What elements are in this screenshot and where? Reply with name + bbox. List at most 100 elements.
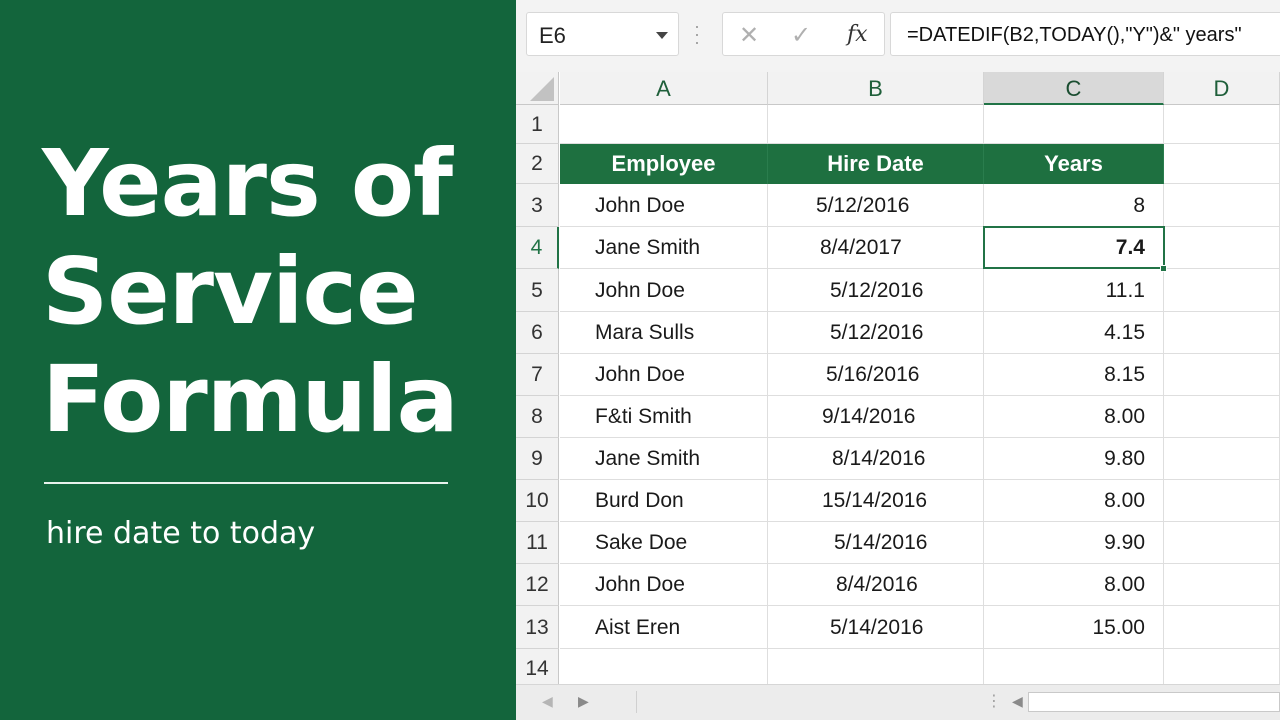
grid-cell[interactable] — [768, 105, 984, 144]
column-header-b[interactable]: B — [768, 72, 984, 105]
employee-name-cell[interactable]: Aist Eren — [560, 606, 768, 649]
select-all-icon — [530, 77, 554, 101]
column-header-a[interactable]: A — [560, 72, 768, 105]
grid-cell[interactable] — [1164, 438, 1280, 480]
hire-date-cell[interactable]: 5/14/2016 — [768, 522, 984, 564]
banner-title: Years of Service Formula — [42, 130, 502, 454]
row-header-6[interactable]: 6 — [516, 312, 559, 354]
grid-cell[interactable] — [1164, 354, 1280, 396]
sheet-grid: A B C D 1 2 3 4 5 6 7 8 9 10 11 12 13 14 Employee Hire Date… — [516, 72, 1280, 684]
row-header-11[interactable]: 11 — [516, 522, 559, 564]
years-cell[interactable]: 8.15 — [984, 354, 1164, 396]
employee-name-cell[interactable]: John Doe — [560, 564, 768, 606]
banner-title-line: Service — [42, 238, 418, 345]
hire-date-cell[interactable]: 8/4/2017 — [768, 227, 984, 269]
hire-date-cell[interactable]: 5/14/2016 — [768, 606, 984, 649]
name-box-value: E6 — [539, 23, 566, 48]
grid-cell[interactable] — [1164, 227, 1280, 269]
grid-cell[interactable] — [560, 649, 768, 684]
row-header-7[interactable]: 7 — [516, 354, 559, 396]
scroll-left-icon[interactable]: ◀ — [542, 693, 553, 710]
years-cell[interactable]: 9.80 — [984, 438, 1164, 480]
grid-cell[interactable] — [1164, 396, 1280, 438]
banner-subtitle: hire date to today — [46, 516, 316, 551]
row-header-9[interactable]: 9 — [516, 438, 559, 480]
table-header-cell[interactable]: Employee — [560, 144, 768, 184]
fill-handle[interactable] — [1160, 265, 1167, 272]
split-handle-icon[interactable]: ⋮ — [986, 691, 1002, 711]
name-box[interactable]: E6 — [526, 12, 679, 56]
row-header-4[interactable]: 4 — [516, 227, 559, 269]
years-cell[interactable]: 8 — [984, 184, 1164, 227]
row-header-3[interactable]: 3 — [516, 184, 559, 227]
row-header-2[interactable]: 2 — [516, 144, 559, 184]
grid-cell[interactable] — [984, 105, 1164, 144]
employee-name-cell[interactable]: Sake Doe — [560, 522, 768, 564]
grid-cell[interactable] — [1164, 649, 1280, 684]
grid-cell[interactable] — [1164, 522, 1280, 564]
grid-cell[interactable] — [1164, 312, 1280, 354]
function-icon[interactable]: fx — [847, 22, 868, 47]
grid-cell[interactable] — [984, 649, 1164, 684]
grid-cell[interactable] — [1164, 105, 1280, 144]
grid-cell[interactable] — [768, 649, 984, 684]
banner-title-line: Formula — [42, 346, 459, 453]
grid-cell[interactable] — [1164, 480, 1280, 522]
hire-date-cell[interactable]: 5/12/2016 — [768, 269, 984, 312]
row-header-12[interactable]: 12 — [516, 564, 559, 606]
hire-date-cell[interactable]: 8/14/2016 — [768, 438, 984, 480]
years-cell[interactable]: 8.00 — [984, 480, 1164, 522]
employee-name-cell[interactable]: John Doe — [560, 269, 768, 312]
years-cell[interactable]: 4.15 — [984, 312, 1164, 354]
years-cell[interactable]: 7.4 — [984, 227, 1164, 269]
row-header-1[interactable]: 1 — [516, 105, 559, 144]
banner-title-line: Years of — [42, 130, 453, 237]
scrollbar-divider — [636, 691, 637, 713]
years-cell[interactable]: 15.00 — [984, 606, 1164, 649]
scroll-left-icon[interactable]: ◀ — [1012, 693, 1023, 710]
chevron-down-icon[interactable] — [656, 32, 668, 39]
employee-name-cell[interactable]: John Doe — [560, 184, 768, 227]
years-cell[interactable]: 8.00 — [984, 396, 1164, 438]
grid-cell[interactable] — [1164, 144, 1280, 184]
employee-name-cell[interactable]: Mara Sulls — [560, 312, 768, 354]
horizontal-scrollbar[interactable]: ◀ ▶ ⋮ ◀ — [516, 684, 1280, 720]
employee-name-cell[interactable]: Jane Smith — [560, 227, 768, 269]
check-icon[interactable]: ✓ — [791, 21, 811, 50]
employee-name-cell[interactable]: John Doe — [560, 354, 768, 396]
column-header-d[interactable]: D — [1164, 72, 1280, 105]
hire-date-cell[interactable]: 5/16/2016 — [768, 354, 984, 396]
hire-date-cell[interactable]: 8/4/2016 — [768, 564, 984, 606]
hire-date-cell[interactable]: 9/14/2016 — [768, 396, 984, 438]
hire-date-cell[interactable]: 5/12/2016 — [768, 312, 984, 354]
employee-name-cell[interactable]: Burd Don — [560, 480, 768, 522]
row-header-8[interactable]: 8 — [516, 396, 559, 438]
row-header-5[interactable]: 5 — [516, 269, 559, 312]
employee-name-cell[interactable]: Jane Smith — [560, 438, 768, 480]
hire-date-cell[interactable]: 15/14/2016 — [768, 480, 984, 522]
column-header-c[interactable]: C — [984, 72, 1164, 105]
years-cell[interactable]: 11.1 — [984, 269, 1164, 312]
banner-divider — [44, 482, 448, 484]
grid-cell[interactable] — [1164, 564, 1280, 606]
grid-cell[interactable] — [1164, 606, 1280, 649]
scrollbar-thumb[interactable] — [1028, 692, 1280, 712]
grid-cell[interactable] — [1164, 184, 1280, 227]
select-all-corner[interactable] — [516, 72, 559, 105]
years-cell[interactable]: 8.00 — [984, 564, 1164, 606]
years-cell[interactable]: 9.90 — [984, 522, 1164, 564]
table-header-cell[interactable]: Years — [984, 144, 1164, 184]
table-header-cell[interactable]: Hire Date — [768, 144, 984, 184]
more-vertical-icon[interactable]: · · · — [694, 17, 700, 51]
formula-input[interactable]: =DATEDIF(B2,TODAY(),"Y")&" years" — [890, 12, 1280, 56]
formula-controls: ✕ ✓ fx — [722, 12, 885, 56]
hire-date-cell[interactable]: 5/12/2016 — [768, 184, 984, 227]
employee-name-cell[interactable]: F&ti Smith — [560, 396, 768, 438]
scroll-right-icon[interactable]: ▶ — [578, 693, 589, 710]
row-header-13[interactable]: 13 — [516, 606, 559, 649]
x-icon[interactable]: ✕ — [739, 21, 759, 50]
row-header-10[interactable]: 10 — [516, 480, 559, 522]
row-header-14[interactable]: 14 — [516, 649, 559, 684]
grid-cell[interactable] — [560, 105, 768, 144]
grid-cell[interactable] — [1164, 269, 1280, 312]
